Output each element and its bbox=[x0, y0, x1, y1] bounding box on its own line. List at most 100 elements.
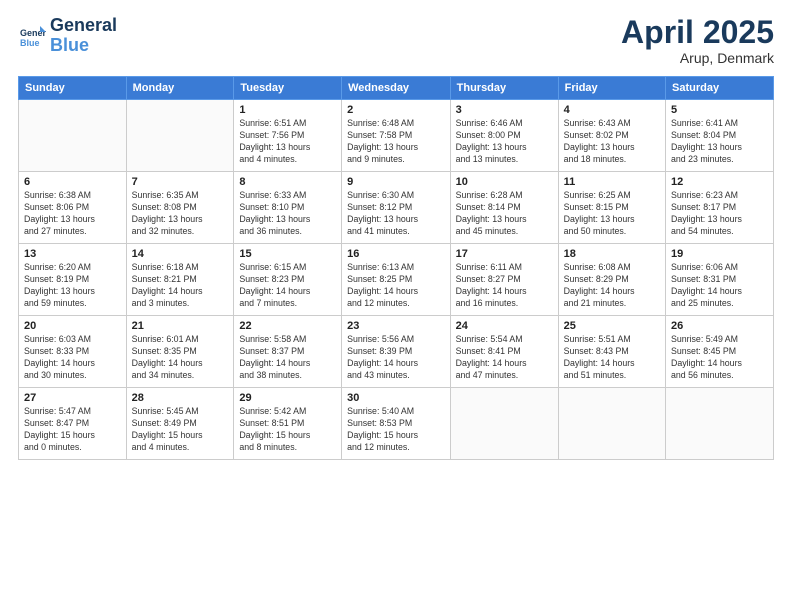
calendar-cell: 19 Sunrise: 6:06 AM Sunset: 8:31 PM Dayli… bbox=[666, 244, 774, 316]
cell-day-number: 9 bbox=[347, 176, 445, 188]
calendar-cell: 22 Sunrise: 5:58 AM Sunset: 8:37 PM Dayli… bbox=[234, 316, 342, 388]
calendar-week-5: 27 Sunrise: 5:47 AM Sunset: 8:47 PM Dayli… bbox=[19, 388, 774, 460]
calendar-cell bbox=[666, 388, 774, 460]
month-title: April 2025 bbox=[621, 16, 774, 48]
day-header-wednesday: Wednesday bbox=[342, 77, 451, 100]
calendar-cell: 1Sunrise: 6:51 AM Sunset: 7:56 PM Daylig… bbox=[234, 100, 342, 172]
calendar-cell: 23 Sunrise: 5:56 AM Sunset: 8:39 PM Dayli… bbox=[342, 316, 451, 388]
calendar-cell: 17 Sunrise: 6:11 AM Sunset: 8:27 PM Dayli… bbox=[450, 244, 558, 316]
calendar-cell: 21Sunrise: 6:01 AM Sunset: 8:35 PM Dayli… bbox=[126, 316, 234, 388]
cell-day-number: 30 bbox=[347, 392, 445, 404]
logo-line1: General bbox=[50, 16, 117, 36]
calendar-cell: 8 Sunrise: 6:33 AM Sunset: 8:10 PM Daylig… bbox=[234, 172, 342, 244]
calendar-cell: 30 Sunrise: 5:40 AM Sunset: 8:53 PM Dayli… bbox=[342, 388, 451, 460]
cell-info: Sunrise: 5:54 AM Sunset: 8:41 PM Dayligh… bbox=[456, 334, 553, 382]
calendar-cell: 28Sunrise: 5:45 AM Sunset: 8:49 PM Dayli… bbox=[126, 388, 234, 460]
cell-info: Sunrise: 6:23 AM Sunset: 8:17 PM Dayligh… bbox=[671, 190, 768, 238]
cell-day-number: 27 bbox=[24, 392, 121, 404]
cell-info: Sunrise: 6:01 AM Sunset: 8:35 PM Dayligh… bbox=[132, 334, 229, 382]
cell-info: Sunrise: 6:08 AM Sunset: 8:29 PM Dayligh… bbox=[564, 262, 660, 310]
cell-info: Sunrise: 5:58 AM Sunset: 8:37 PM Dayligh… bbox=[239, 334, 336, 382]
cell-info: Sunrise: 6:03 AM Sunset: 8:33 PM Dayligh… bbox=[24, 334, 121, 382]
calendar-week-1: 1Sunrise: 6:51 AM Sunset: 7:56 PM Daylig… bbox=[19, 100, 774, 172]
cell-day-number: 6 bbox=[24, 176, 121, 188]
calendar-cell: 14 Sunrise: 6:18 AM Sunset: 8:21 PM Dayli… bbox=[126, 244, 234, 316]
cell-info: Sunrise: 6:35 AM Sunset: 8:08 PM Dayligh… bbox=[132, 190, 229, 238]
cell-info: Sunrise: 5:56 AM Sunset: 8:39 PM Dayligh… bbox=[347, 334, 445, 382]
day-header-monday: Monday bbox=[126, 77, 234, 100]
calendar-header-row: SundayMondayTuesdayWednesdayThursdayFrid… bbox=[19, 77, 774, 100]
calendar-cell: 4 Sunrise: 6:43 AM Sunset: 8:02 PM Daylig… bbox=[558, 100, 665, 172]
calendar-table: SundayMondayTuesdayWednesdayThursdayFrid… bbox=[18, 76, 774, 460]
cell-day-number: 16 bbox=[347, 248, 445, 260]
cell-info: Sunrise: 5:42 AM Sunset: 8:51 PM Dayligh… bbox=[239, 406, 336, 454]
cell-day-number: 14 bbox=[132, 248, 229, 260]
cell-info: Sunrise: 5:47 AM Sunset: 8:47 PM Dayligh… bbox=[24, 406, 121, 454]
cell-day-number: 4 bbox=[564, 104, 660, 116]
cell-info: Sunrise: 6:33 AM Sunset: 8:10 PM Dayligh… bbox=[239, 190, 336, 238]
calendar-cell: 5Sunrise: 6:41 AM Sunset: 8:04 PM Daylig… bbox=[666, 100, 774, 172]
cell-day-number: 20 bbox=[24, 320, 121, 332]
calendar-cell: 9 Sunrise: 6:30 AM Sunset: 8:12 PM Daylig… bbox=[342, 172, 451, 244]
calendar-cell: 26Sunrise: 5:49 AM Sunset: 8:45 PM Dayli… bbox=[666, 316, 774, 388]
cell-day-number: 28 bbox=[132, 392, 229, 404]
header: General Blue General Blue April 2025 Aru… bbox=[18, 16, 774, 66]
calendar-cell: 20 Sunrise: 6:03 AM Sunset: 8:33 PM Dayli… bbox=[19, 316, 127, 388]
calendar-cell: 24 Sunrise: 5:54 AM Sunset: 8:41 PM Dayli… bbox=[450, 316, 558, 388]
cell-info: Sunrise: 6:25 AM Sunset: 8:15 PM Dayligh… bbox=[564, 190, 660, 238]
cell-info: Sunrise: 6:20 AM Sunset: 8:19 PM Dayligh… bbox=[24, 262, 121, 310]
cell-day-number: 19 bbox=[671, 248, 768, 260]
calendar-cell: 29 Sunrise: 5:42 AM Sunset: 8:51 PM Dayli… bbox=[234, 388, 342, 460]
cell-day-number: 13 bbox=[24, 248, 121, 260]
day-header-tuesday: Tuesday bbox=[234, 77, 342, 100]
svg-text:Blue: Blue bbox=[20, 38, 40, 48]
cell-day-number: 2 bbox=[347, 104, 445, 116]
cell-info: Sunrise: 6:13 AM Sunset: 8:25 PM Dayligh… bbox=[347, 262, 445, 310]
cell-info: Sunrise: 6:11 AM Sunset: 8:27 PM Dayligh… bbox=[456, 262, 553, 310]
calendar-week-4: 20 Sunrise: 6:03 AM Sunset: 8:33 PM Dayli… bbox=[19, 316, 774, 388]
cell-day-number: 1 bbox=[239, 104, 336, 116]
calendar-cell bbox=[558, 388, 665, 460]
logo-icon: General Blue bbox=[18, 22, 46, 50]
calendar-cell: 12Sunrise: 6:23 AM Sunset: 8:17 PM Dayli… bbox=[666, 172, 774, 244]
calendar-week-2: 6 Sunrise: 6:38 AM Sunset: 8:06 PM Daylig… bbox=[19, 172, 774, 244]
cell-info: Sunrise: 5:49 AM Sunset: 8:45 PM Dayligh… bbox=[671, 334, 768, 382]
calendar-cell bbox=[19, 100, 127, 172]
cell-day-number: 23 bbox=[347, 320, 445, 332]
cell-info: Sunrise: 6:48 AM Sunset: 7:58 PM Dayligh… bbox=[347, 118, 445, 166]
cell-day-number: 18 bbox=[564, 248, 660, 260]
cell-day-number: 8 bbox=[239, 176, 336, 188]
day-header-friday: Friday bbox=[558, 77, 665, 100]
logo: General Blue General Blue bbox=[18, 16, 117, 56]
cell-info: Sunrise: 6:46 AM Sunset: 8:00 PM Dayligh… bbox=[456, 118, 553, 166]
logo-line2: Blue bbox=[50, 36, 117, 56]
cell-day-number: 22 bbox=[239, 320, 336, 332]
calendar-cell: 3 Sunrise: 6:46 AM Sunset: 8:00 PM Daylig… bbox=[450, 100, 558, 172]
title-block: April 2025 Arup, Denmark bbox=[621, 16, 774, 66]
calendar-cell: 16 Sunrise: 6:13 AM Sunset: 8:25 PM Dayli… bbox=[342, 244, 451, 316]
calendar-cell: 13 Sunrise: 6:20 AM Sunset: 8:19 PM Dayli… bbox=[19, 244, 127, 316]
cell-day-number: 3 bbox=[456, 104, 553, 116]
cell-day-number: 15 bbox=[239, 248, 336, 260]
cell-info: Sunrise: 6:28 AM Sunset: 8:14 PM Dayligh… bbox=[456, 190, 553, 238]
cell-day-number: 17 bbox=[456, 248, 553, 260]
day-header-thursday: Thursday bbox=[450, 77, 558, 100]
cell-day-number: 29 bbox=[239, 392, 336, 404]
calendar-cell: 6 Sunrise: 6:38 AM Sunset: 8:06 PM Daylig… bbox=[19, 172, 127, 244]
logo-text: General Blue bbox=[50, 16, 117, 56]
cell-info: Sunrise: 6:43 AM Sunset: 8:02 PM Dayligh… bbox=[564, 118, 660, 166]
cell-day-number: 24 bbox=[456, 320, 553, 332]
day-header-sunday: Sunday bbox=[19, 77, 127, 100]
cell-day-number: 11 bbox=[564, 176, 660, 188]
cell-info: Sunrise: 6:18 AM Sunset: 8:21 PM Dayligh… bbox=[132, 262, 229, 310]
cell-info: Sunrise: 6:06 AM Sunset: 8:31 PM Dayligh… bbox=[671, 262, 768, 310]
calendar-cell: 7Sunrise: 6:35 AM Sunset: 8:08 PM Daylig… bbox=[126, 172, 234, 244]
cell-day-number: 25 bbox=[564, 320, 660, 332]
cell-info: Sunrise: 6:38 AM Sunset: 8:06 PM Dayligh… bbox=[24, 190, 121, 238]
calendar-week-3: 13 Sunrise: 6:20 AM Sunset: 8:19 PM Dayli… bbox=[19, 244, 774, 316]
cell-info: Sunrise: 6:30 AM Sunset: 8:12 PM Dayligh… bbox=[347, 190, 445, 238]
cell-day-number: 5 bbox=[671, 104, 768, 116]
page: General Blue General Blue April 2025 Aru… bbox=[0, 0, 792, 612]
cell-day-number: 10 bbox=[456, 176, 553, 188]
cell-info: Sunrise: 5:40 AM Sunset: 8:53 PM Dayligh… bbox=[347, 406, 445, 454]
